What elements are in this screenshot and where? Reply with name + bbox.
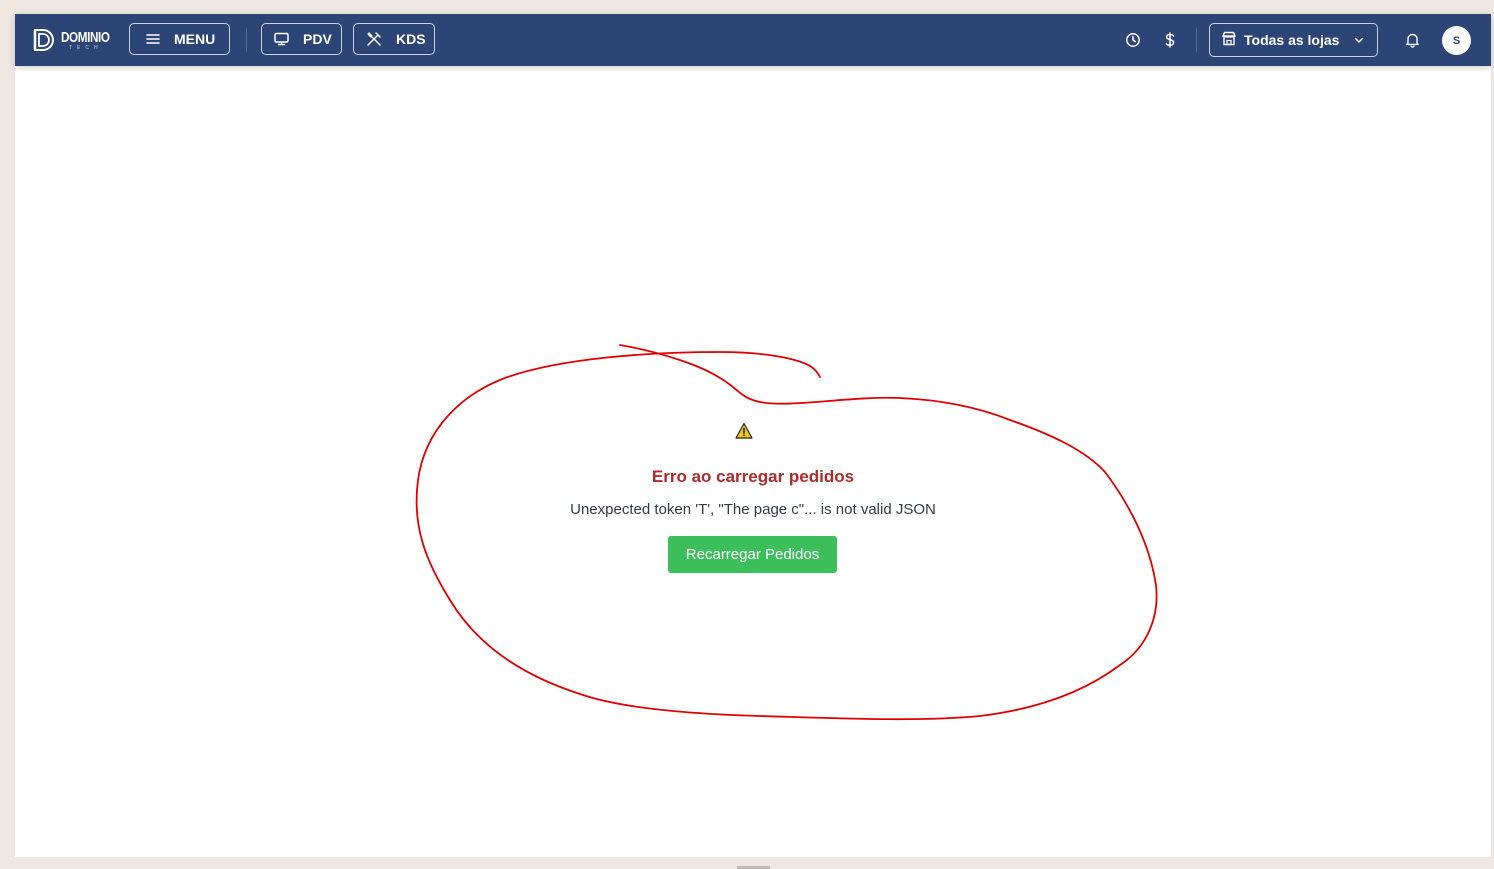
kds-button[interactable]: KDS [353,23,435,55]
nav-divider [246,28,247,52]
menu-button[interactable]: MENU [129,23,230,55]
error-title: Erro ao carregar pedidos [651,467,855,486]
utensils-icon [366,31,382,47]
warning-icon [735,422,753,440]
bell-icon[interactable] [1402,30,1422,50]
clock-icon[interactable] [1123,30,1143,50]
logo-wordmark: DOMINIO [61,28,110,46]
brand-logo[interactable]: DOMINIO TECH [32,27,123,53]
header-divider [1196,28,1197,52]
user-avatar[interactable]: S [1442,26,1471,55]
store-icon [1221,31,1237,49]
dollar-icon[interactable] [1160,30,1180,50]
chevron-down-icon [1353,33,1365,49]
logo-mark-icon [33,29,54,51]
kds-button-label: KDS [396,31,426,47]
monitor-icon [274,32,289,46]
reload-orders-button[interactable]: Recarregar Pedidos [668,536,837,573]
pdv-button-label: PDV [303,31,332,47]
logo-subtitle: TECH [69,44,103,51]
store-select[interactable]: Todas as lojas [1209,23,1378,57]
top-navbar: DOMINIO TECH MENU PDV KDS Todas as lojas… [15,14,1491,66]
pdv-button[interactable]: PDV [261,23,342,55]
store-select-value: Todas as lojas [1244,32,1340,48]
hamburger-icon [146,33,160,45]
error-message: Unexpected token 'T', "The page c"... is… [570,501,936,518]
menu-button-label: MENU [174,31,216,47]
app-window: DOMINIO TECH MENU PDV KDS Todas as lojas… [15,14,1491,857]
